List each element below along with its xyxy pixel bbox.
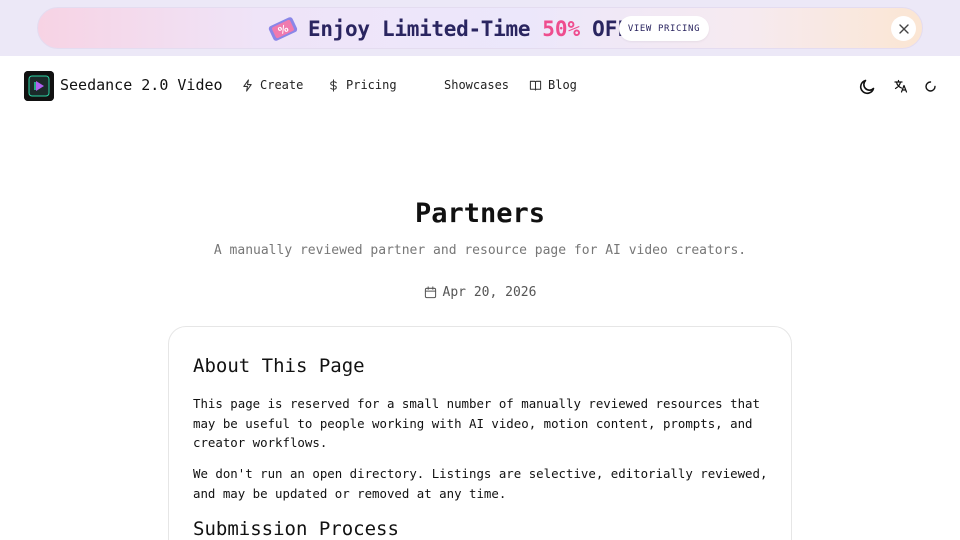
dollar-icon bbox=[330, 78, 337, 92]
about-paragraph-2: We don't run an open directory. Listings… bbox=[193, 466, 768, 501]
about-heading: About This Page bbox=[193, 355, 365, 377]
about-paragraph-1: This page is reserved for a small number… bbox=[193, 396, 760, 450]
brand-logo[interactable] bbox=[24, 71, 54, 101]
discount-tag-icon: % bbox=[268, 17, 298, 41]
promo-prefix: Enjoy Limited-Time bbox=[308, 17, 531, 41]
nav-item-label: Showcases bbox=[444, 78, 510, 92]
promo-banner-bar: % Enjoy Limited-Time 50% OFF! VIEW PRICI… bbox=[0, 0, 960, 56]
promo-banner: % Enjoy Limited-Time 50% OFF! VIEW PRICI… bbox=[37, 7, 923, 49]
loading-indicator bbox=[920, 76, 940, 96]
nav-item-pricing[interactable]: Pricing bbox=[327, 78, 397, 92]
brand-name[interactable]: Seedance 2.0 Video bbox=[60, 76, 223, 94]
nav-item-showcases[interactable]: Showcases bbox=[444, 78, 509, 92]
moon-icon bbox=[859, 79, 874, 94]
loading-icon bbox=[924, 80, 936, 92]
translate-icon bbox=[894, 79, 908, 93]
close-icon bbox=[898, 23, 909, 34]
page-title: Partners bbox=[414, 198, 546, 229]
calendar-icon bbox=[424, 286, 436, 299]
content-card: About This Page This page is reserved fo… bbox=[168, 326, 792, 540]
nav-item-create[interactable]: Create bbox=[241, 78, 303, 92]
top-navigation: Seedance 2.0 Video Create Pricing Showca… bbox=[0, 56, 960, 116]
close-banner-button[interactable] bbox=[891, 16, 916, 41]
view-pricing-button[interactable]: VIEW PRICING bbox=[619, 16, 709, 41]
nav-item-label: Blog bbox=[548, 78, 577, 92]
submission-heading: Submission Process bbox=[193, 518, 399, 540]
lightning-icon bbox=[243, 78, 252, 92]
brand-logo-icon bbox=[24, 71, 54, 101]
page-subtitle: A manually reviewed partner and resource… bbox=[213, 243, 747, 258]
date-text: Apr 20, 2026 bbox=[442, 285, 537, 300]
nav-item-label: Pricing bbox=[346, 78, 397, 92]
theme-toggle-button[interactable] bbox=[857, 76, 877, 96]
nav-item-blog[interactable]: Blog bbox=[529, 78, 577, 92]
promo-message: % Enjoy Limited-Time 50% OFF! bbox=[266, 16, 667, 42]
book-icon bbox=[529, 80, 542, 91]
language-button[interactable] bbox=[891, 76, 911, 96]
promo-discount: 50% bbox=[542, 17, 581, 41]
nav-item-label: Create bbox=[260, 78, 304, 92]
publish-date: Apr 20, 2026 bbox=[0, 285, 960, 300]
